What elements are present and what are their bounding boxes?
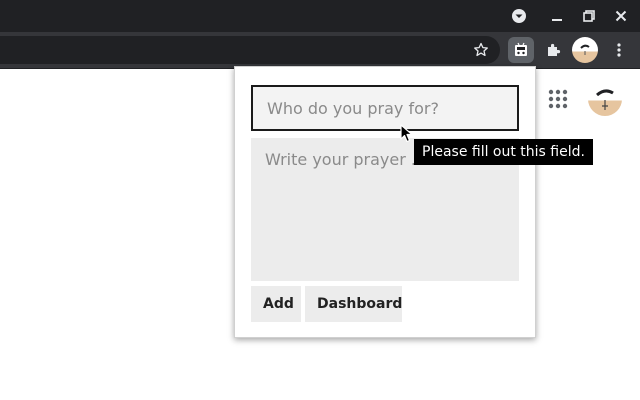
restore-icon[interactable] [577,0,601,32]
puzzle-icon[interactable] [540,37,566,63]
browser-toolbar [0,32,640,69]
close-icon[interactable] [609,0,633,32]
avatar[interactable] [588,82,622,116]
extension-popup: Add Dashboard [234,66,536,338]
mouse-pointer-icon [400,124,414,144]
window-titlebar [0,0,640,32]
pray-for-input[interactable] [251,85,519,131]
address-bar[interactable] [0,36,500,64]
star-icon[interactable] [468,37,494,63]
validation-tooltip: Please fill out this field. [414,139,593,165]
prayer-extension-icon[interactable] [508,37,534,63]
minimize-icon[interactable] [545,0,569,32]
kebab-menu-icon[interactable] [606,37,632,63]
add-button[interactable]: Add [251,286,301,322]
chevron-down-circle-icon[interactable] [506,0,532,32]
avatar[interactable] [572,37,598,63]
apps-grid-icon[interactable] [547,88,569,110]
dashboard-button[interactable]: Dashboard [305,286,402,322]
